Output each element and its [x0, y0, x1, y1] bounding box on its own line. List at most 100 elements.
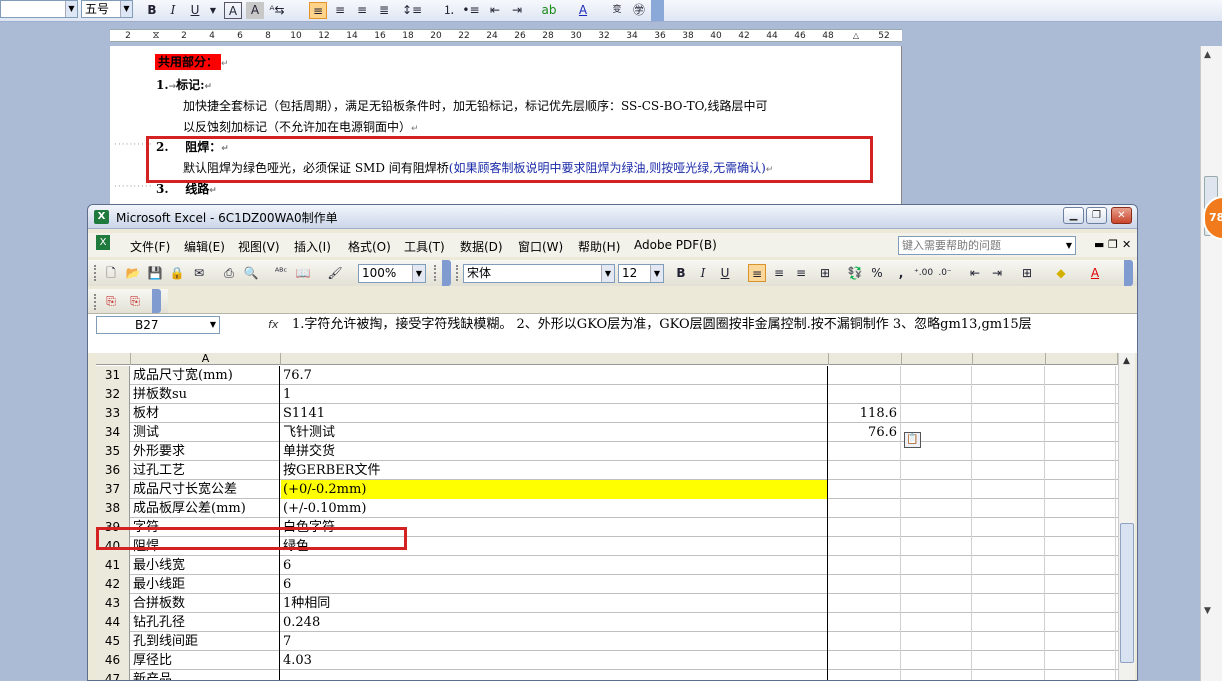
cell-b[interactable]: 4.03: [281, 651, 828, 670]
cell-e[interactable]: [973, 575, 1045, 594]
permission-icon[interactable]: 🔒: [168, 264, 186, 282]
row-header[interactable]: 45: [96, 632, 130, 651]
cell-c[interactable]: [829, 442, 901, 461]
bold-icon[interactable]: B: [143, 2, 161, 19]
row-header[interactable]: 31: [96, 366, 130, 385]
cell-a[interactable]: 厚径比: [131, 651, 280, 670]
mdi-restore-icon[interactable]: ❐: [1108, 238, 1118, 251]
cell-e[interactable]: [973, 499, 1045, 518]
scroll-up-icon[interactable]: ▲: [1123, 356, 1130, 366]
toolbar-overflow-icon[interactable]: [442, 260, 451, 286]
cell-e[interactable]: [973, 442, 1045, 461]
cell-d[interactable]: [902, 670, 972, 680]
italic-icon[interactable]: I: [694, 264, 712, 282]
workbook-icon[interactable]: X: [96, 235, 110, 250]
cell-e[interactable]: [973, 480, 1045, 499]
cell-d[interactable]: [902, 461, 972, 480]
row-header[interactable]: 32: [96, 385, 130, 404]
cell-a[interactable]: 孔到线间距: [131, 632, 280, 651]
row-header[interactable]: 38: [96, 499, 130, 518]
align-center-icon[interactable]: ≡: [331, 2, 349, 19]
decrease-indent-icon[interactable]: ⇤: [486, 2, 504, 19]
cell-f[interactable]: [1046, 461, 1116, 480]
cell-d[interactable]: [902, 613, 972, 632]
cell-f[interactable]: [1046, 423, 1116, 442]
cell-a[interactable]: 成品尺寸宽(mm): [131, 366, 280, 385]
cell-d[interactable]: [902, 632, 972, 651]
word-font-size-combo[interactable]: 五号 ▼: [81, 0, 133, 18]
cell-c[interactable]: [829, 480, 901, 499]
fx-icon[interactable]: fx: [268, 318, 278, 331]
new-icon[interactable]: 🗋: [102, 264, 120, 282]
menu-view[interactable]: 视图(V): [238, 238, 280, 255]
cell-f[interactable]: [1046, 670, 1116, 680]
open-icon[interactable]: 📂: [124, 264, 142, 282]
align-left-icon[interactable]: ≡: [748, 264, 766, 282]
menu-window[interactable]: 窗口(W): [518, 238, 563, 255]
phonetic-guide-icon[interactable]: 变: [608, 2, 626, 19]
zoom-select[interactable]: 100% ▼: [358, 264, 426, 283]
excel-app-icon[interactable]: X: [94, 210, 109, 224]
minimize-icon[interactable]: ▁: [1063, 207, 1084, 224]
menu-edit[interactable]: 编辑(E): [184, 238, 225, 255]
help-search-input[interactable]: 键入需要帮助的问题 ▼: [898, 236, 1076, 255]
decrease-decimal-icon[interactable]: .0⁻: [936, 264, 954, 282]
save-icon[interactable]: 💾: [146, 264, 164, 282]
highlight-icon[interactable]: ab: [540, 2, 558, 19]
cell-d[interactable]: [902, 366, 972, 385]
cell-a[interactable]: 拼板数su: [131, 385, 280, 404]
cell-e[interactable]: [973, 594, 1045, 613]
print-preview-icon[interactable]: 🔍: [242, 264, 260, 282]
enclose-char-icon[interactable]: ㊫: [630, 2, 648, 19]
cell-b[interactable]: (+/-0.10mm): [281, 499, 828, 518]
mdi-close-icon[interactable]: ✕: [1122, 238, 1131, 251]
menu-insert[interactable]: 插入(I): [294, 238, 331, 255]
bold-icon[interactable]: B: [672, 264, 690, 282]
convert-pdf-email-icon[interactable]: ⎘: [126, 292, 144, 310]
mdi-minimize-icon[interactable]: ▬: [1094, 238, 1104, 251]
indent-marker-icon[interactable]: ⧖: [146, 30, 166, 42]
cell-c[interactable]: [829, 613, 901, 632]
row-header[interactable]: 43: [96, 594, 130, 613]
row-header[interactable]: 34: [96, 423, 130, 442]
cell-f[interactable]: [1046, 594, 1116, 613]
row-header[interactable]: 37: [96, 480, 130, 499]
row-header[interactable]: 33: [96, 404, 130, 423]
cell-d[interactable]: [902, 556, 972, 575]
toolbar-overflow-icon[interactable]: [651, 0, 664, 21]
maximize-icon[interactable]: ❐: [1086, 207, 1107, 224]
cell-c[interactable]: [829, 537, 901, 556]
column-header-a[interactable]: A: [131, 353, 281, 365]
cell-a[interactable]: 外形要求: [131, 442, 280, 461]
excel-titlebar[interactable]: X Microsoft Excel - 6C1DZ00WA0制作单 ▁ ❐ ✕: [88, 205, 1137, 229]
row-header[interactable]: 47: [96, 670, 130, 680]
cell-d[interactable]: [902, 480, 972, 499]
increase-decimal-icon[interactable]: ⁺.00: [914, 264, 933, 282]
cell-d[interactable]: [902, 651, 972, 670]
cell-b[interactable]: 按GERBER文件: [281, 461, 828, 480]
line-spacing-icon[interactable]: ↕≡: [402, 2, 422, 19]
menu-help[interactable]: 帮助(H): [578, 238, 620, 255]
cell-e[interactable]: [973, 461, 1045, 480]
scroll-down-icon[interactable]: ▼: [1204, 606, 1211, 616]
cell-c[interactable]: [829, 651, 901, 670]
underline-icon[interactable]: U: [716, 264, 734, 282]
cell-c[interactable]: [829, 575, 901, 594]
word-style-combo[interactable]: ▼: [0, 0, 78, 18]
right-indent-marker-icon[interactable]: △: [846, 30, 866, 42]
toolbar-grip[interactable]: [456, 265, 459, 281]
cell-c[interactable]: [829, 518, 901, 537]
spelling-icon[interactable]: ᴬᴮᶜ: [272, 264, 290, 282]
toolbar-overflow-icon[interactable]: [1124, 260, 1133, 286]
cell-c[interactable]: [829, 632, 901, 651]
align-left-icon[interactable]: ≡: [309, 2, 327, 19]
cell-b[interactable]: 76.7: [281, 366, 828, 385]
percent-icon[interactable]: %: [868, 264, 886, 282]
font-name-select[interactable]: 宋体 ▼: [463, 264, 615, 283]
cell-f[interactable]: [1046, 518, 1116, 537]
cell-c[interactable]: [829, 594, 901, 613]
column-header-e[interactable]: [973, 353, 1046, 365]
cell-f[interactable]: [1046, 366, 1116, 385]
cell-b[interactable]: 单拼交货: [281, 442, 828, 461]
print-icon[interactable]: ⎙: [220, 264, 238, 282]
